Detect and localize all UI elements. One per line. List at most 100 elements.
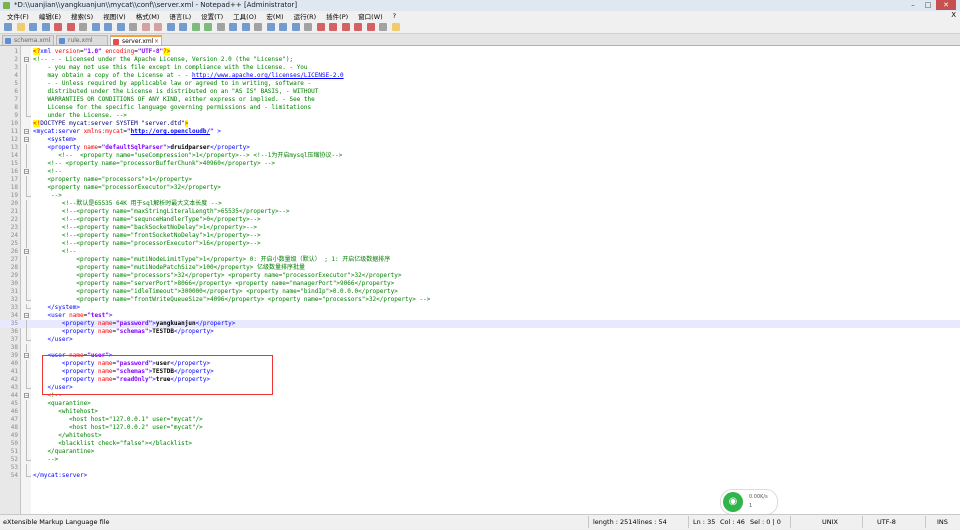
code-line[interactable]: 21 <!--<property name="maxStringLiteralL…	[0, 208, 960, 216]
menu-item-12[interactable]: ?	[388, 12, 401, 20]
minimize-button[interactable]: –	[906, 0, 920, 10]
code-line[interactable]: 31 <property name="idleTimeout">300000</…	[0, 288, 960, 296]
code-line[interactable]: 30 <property name="serverPort">8066</pro…	[0, 280, 960, 288]
toolbar-button-icon[interactable]	[41, 23, 50, 31]
toolbar-button-icon[interactable]	[391, 23, 400, 31]
menu-item-8[interactable]: 宏(M)	[261, 11, 288, 21]
code-line[interactable]: 8 License for the specific language gove…	[0, 104, 960, 112]
code-line[interactable]: 5 - - Unless required by applicable law …	[0, 80, 960, 88]
code-line[interactable]: 11− <mycat:server xmlns:mycat="http://org…	[0, 128, 960, 136]
maximize-button[interactable]: □	[921, 0, 935, 10]
code-line[interactable]: 51 </quarantine>	[0, 448, 960, 456]
toolbar-button-icon[interactable]	[154, 23, 162, 31]
code-line[interactable]: 50 <blacklist check="false"></blacklist>	[0, 440, 960, 448]
toolbar-button-icon[interactable]	[354, 23, 362, 31]
code-line[interactable]: 1 <?xml version="1.0" encoding="UTF-8"?>	[0, 48, 960, 56]
toolbar-button-icon[interactable]	[266, 23, 275, 31]
menu-item-0[interactable]: 文件(F)	[2, 11, 34, 21]
toolbar-button-icon[interactable]	[104, 23, 112, 31]
code-line[interactable]: 20 <!--默认是65535 64K 用于sql解析时最大文本长度 -->	[0, 200, 960, 208]
fold-toggle-icon[interactable]: −	[24, 169, 29, 175]
toolbar-button-icon[interactable]	[341, 23, 350, 31]
menu-item-6[interactable]: 设置(T)	[196, 11, 228, 21]
menu-item-7[interactable]: 工具(O)	[228, 11, 261, 21]
code-line[interactable]: 28 <property name="mutiNodePatchSize">10…	[0, 264, 960, 272]
toolbar-button-icon[interactable]	[129, 23, 137, 31]
menu-item-2[interactable]: 搜索(S)	[66, 11, 98, 21]
toolbar-button-icon[interactable]	[4, 23, 12, 31]
code-line[interactable]: 27 <property name="mutiNodeLimitType">1<…	[0, 256, 960, 264]
menu-item-5[interactable]: 语言(L)	[164, 11, 196, 21]
toolbar-button-icon[interactable]	[366, 23, 375, 31]
menu-item-9[interactable]: 运行(R)	[289, 11, 322, 21]
code-line[interactable]: 2− <!-- - - Licensed under the Apache Lic…	[0, 56, 960, 64]
code-line[interactable]: 29 <property name="processors">32</prope…	[0, 272, 960, 280]
code-line[interactable]: 6 distributed under the License is distr…	[0, 88, 960, 96]
code-line[interactable]: 25 <!--<property name="processorExecutor…	[0, 240, 960, 248]
code-line[interactable]: 19 -->	[0, 192, 960, 200]
code-line[interactable]: 38	[0, 344, 960, 352]
code-line[interactable]: 4 may obtain a copy of the License at - …	[0, 72, 960, 80]
fold-toggle-icon[interactable]: −	[24, 353, 29, 359]
menu-item-4[interactable]: 格式(M)	[131, 11, 165, 21]
code-line[interactable]: 24 <!--<property name="frontSocketNoDela…	[0, 232, 960, 240]
menu-item-11[interactable]: 窗口(W)	[353, 11, 388, 21]
code-line[interactable]: 23 <!--<property name="backSocketNoDelay…	[0, 224, 960, 232]
code-line[interactable]: 34− <user name="test">	[0, 312, 960, 320]
toolbar-button-icon[interactable]	[116, 23, 125, 31]
toolbar-button-icon[interactable]	[204, 23, 212, 31]
fold-toggle-icon[interactable]: −	[24, 313, 29, 319]
code-line[interactable]: 52 -->	[0, 456, 960, 464]
toolbar-button-icon[interactable]	[304, 23, 312, 31]
code-line[interactable]: 49 </whitehost>	[0, 432, 960, 440]
toolbar-button-icon[interactable]	[379, 23, 387, 31]
code-line[interactable]: 14 <!-- <property name="useCompression">…	[0, 152, 960, 160]
toolbar-button-icon[interactable]	[29, 23, 37, 31]
editor-area[interactable]: 1 <?xml version="1.0" encoding="UTF-8"?> 2…	[0, 46, 960, 514]
code-line[interactable]: 37 </user>	[0, 336, 960, 344]
fold-toggle-icon[interactable]: −	[24, 57, 29, 63]
code-line[interactable]: 53	[0, 464, 960, 472]
toolbar-button-icon[interactable]	[229, 23, 237, 31]
code-line[interactable]: 7 WARRANTIES OR CONDITIONS OF ANY KIND, …	[0, 96, 960, 104]
code-line[interactable]: 46 <whitehost>	[0, 408, 960, 416]
code-line[interactable]: 33 </system>	[0, 304, 960, 312]
toolbar-button-icon[interactable]	[316, 23, 325, 31]
code-line[interactable]: 35 <property name="password">yangkuanjun…	[0, 320, 960, 328]
toolbar-button-icon[interactable]	[66, 23, 75, 31]
code-line[interactable]: 54 </mycat:server>	[0, 472, 960, 480]
code-line[interactable]: 22 <!--<property name="sequnceHandlerTyp…	[0, 216, 960, 224]
menu-item-10[interactable]: 插件(P)	[321, 11, 353, 21]
close-button[interactable]: ✕	[936, 0, 956, 10]
toolbar-button-icon[interactable]	[191, 23, 200, 31]
toolbar-button-icon[interactable]	[279, 23, 287, 31]
toolbar-button-icon[interactable]	[16, 23, 25, 31]
tab-server-xml[interactable]: server.xml ×	[110, 35, 162, 45]
code-line[interactable]: 18 <property name="processorExecutor">32…	[0, 184, 960, 192]
code-line[interactable]: 9 under the License. -->	[0, 112, 960, 120]
code-line[interactable]: 47 <host host="127.0.0.1" user="mycat"/>	[0, 416, 960, 424]
toolbar-button-icon[interactable]	[291, 23, 300, 31]
code-line[interactable]: 12− <system>	[0, 136, 960, 144]
code-line[interactable]: 32 <property name="frontWriteQueueSize">…	[0, 296, 960, 304]
toolbar-button-icon[interactable]	[254, 23, 262, 31]
toolbar-button-icon[interactable]	[91, 23, 100, 31]
toolbar-button-icon[interactable]	[141, 23, 150, 31]
code-line[interactable]: 13 <property name="defaultSqlParser">dru…	[0, 144, 960, 152]
code-line[interactable]: 17 <property name="processors">1</proper…	[0, 176, 960, 184]
toolbar-button-icon[interactable]	[166, 23, 175, 31]
status-eol[interactable]: UNIX	[822, 518, 838, 526]
network-speed-widget[interactable]: ◉ 0.00K/s 1	[720, 489, 778, 515]
fold-toggle-icon[interactable]: −	[24, 393, 29, 399]
fold-toggle-icon[interactable]: −	[24, 129, 29, 135]
toolbar-button-icon[interactable]	[54, 23, 62, 31]
code-line[interactable]: 10 <!DOCTYPE mycat:server SYSTEM "server.…	[0, 120, 960, 128]
toolbar-button-icon[interactable]	[329, 23, 337, 31]
code-line[interactable]: 3 - you may not use this file except in …	[0, 64, 960, 72]
toolbar-button-icon[interactable]	[216, 23, 225, 31]
code-line[interactable]: 45 <quarantine>	[0, 400, 960, 408]
tab-schema-xml[interactable]: schema.xml	[2, 35, 54, 45]
toolbar-button-icon[interactable]	[241, 23, 250, 31]
fold-toggle-icon[interactable]: −	[24, 249, 29, 255]
code-line[interactable]: 36 <property name="schemas">TESTDB</prop…	[0, 328, 960, 336]
